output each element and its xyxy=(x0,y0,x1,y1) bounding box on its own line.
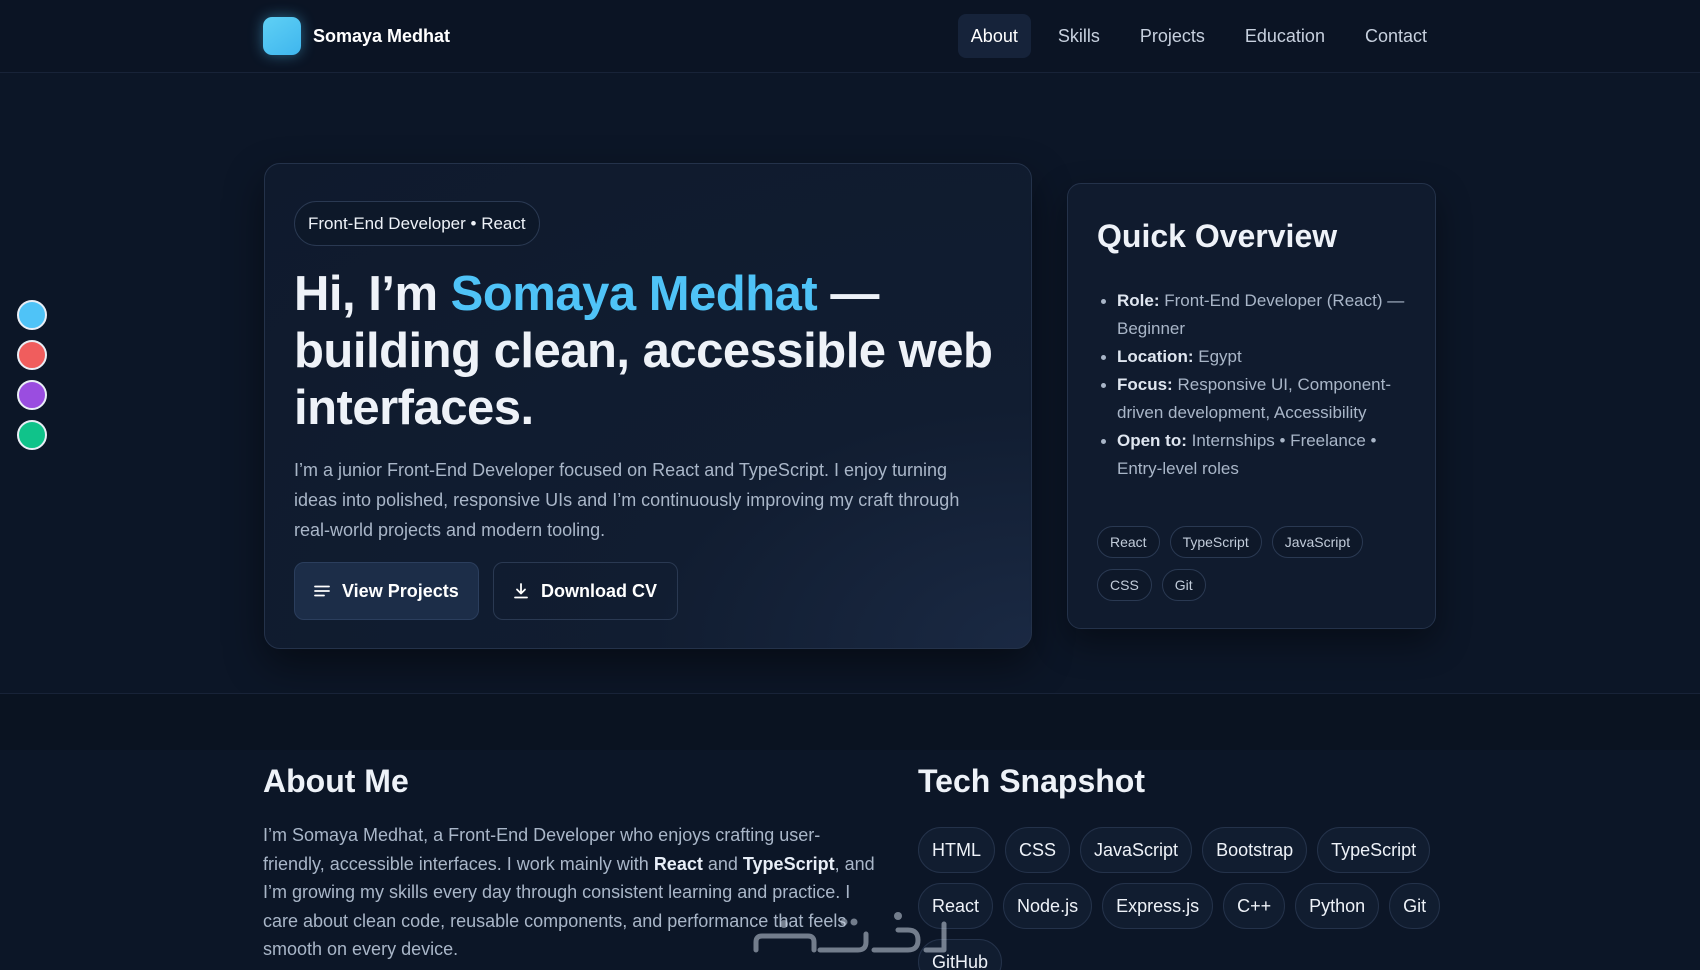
tech-pill-html: HTML xyxy=(918,827,995,873)
quick-overview-card: Quick Overview Role: Front-End Developer… xyxy=(1067,183,1436,629)
overview-tags: React TypeScript JavaScript CSS Git xyxy=(1097,526,1415,601)
download-cv-label: Download CV xyxy=(541,580,657,601)
overview-list: Role: Front-End Developer (React) — Begi… xyxy=(1097,287,1415,483)
overview-label: Open to: xyxy=(1117,431,1187,450)
hero-title-name: Somaya Medhat xyxy=(450,267,818,321)
hero-title: Hi, I’m Somaya Medhat — building clean, … xyxy=(294,266,994,437)
brand[interactable]: Somaya Medhat xyxy=(263,17,450,55)
overview-item-open-to: Open to: Internships • Freelance • Entry… xyxy=(1097,427,1415,483)
tech-pill-typescript: TypeScript xyxy=(1317,827,1431,873)
tech-pill-git: Git xyxy=(1389,883,1441,929)
brand-name: Somaya Medhat xyxy=(313,25,451,46)
tag-git: Git xyxy=(1161,569,1206,601)
overview-value: Front-End Developer (React) — Beginner xyxy=(1117,291,1405,338)
hero-description: I’m a junior Front-End Developer focused… xyxy=(294,460,960,540)
nav-item-about[interactable]: About xyxy=(957,14,1031,58)
tech-pill-cpp: C++ xyxy=(1223,883,1286,929)
theme-dot-red[interactable] xyxy=(17,340,47,370)
tech-pill-python: Python xyxy=(1295,883,1380,929)
theme-dot-purple[interactable] xyxy=(17,380,47,410)
watermark-logo-icon xyxy=(753,912,947,953)
nav-item-projects[interactable]: Projects xyxy=(1127,14,1218,58)
nav-item-contact[interactable]: Contact xyxy=(1352,14,1440,58)
nav-item-skills[interactable]: Skills xyxy=(1045,14,1113,58)
tech-pill-javascript: JavaScript xyxy=(1080,827,1193,873)
tech-pill-nodejs: Node.js xyxy=(1003,883,1093,929)
overview-item-location: Location: Egypt xyxy=(1097,343,1415,371)
tech-pill-css: CSS xyxy=(1005,827,1071,873)
section-divider xyxy=(0,693,1700,750)
tech-snapshot-title: Tech Snapshot xyxy=(918,763,1145,799)
main-nav: About Skills Projects Education Contact xyxy=(957,14,1440,58)
tech-pills: HTML CSS JavaScript Bootstrap TypeScript… xyxy=(918,827,1458,970)
overview-label: Focus: xyxy=(1117,375,1173,394)
hero-card: Front-End Developer • React Hi, I’m Soma… xyxy=(264,163,1032,649)
hero-actions: View Projects Download CV xyxy=(294,562,678,620)
about-text-part: and xyxy=(702,853,743,874)
list-icon xyxy=(314,585,330,597)
view-projects-button[interactable]: View Projects xyxy=(294,562,479,620)
theme-dot-blue[interactable] xyxy=(17,300,47,330)
top-navbar: Somaya Medhat About Skills Projects Educ… xyxy=(0,0,1700,73)
download-cv-button[interactable]: Download CV xyxy=(493,562,678,620)
tech-pill-bootstrap: Bootstrap xyxy=(1202,827,1308,873)
theme-dot-green[interactable] xyxy=(17,420,47,450)
view-projects-label: View Projects xyxy=(342,580,459,601)
brand-logo-icon xyxy=(263,17,301,55)
about-bold-typescript: TypeScript xyxy=(742,853,835,874)
overview-item-role: Role: Front-End Developer (React) — Begi… xyxy=(1097,287,1415,343)
hero-title-pre: Hi, I’m xyxy=(294,267,451,321)
overview-item-focus: Focus: Responsive UI, Component-driven d… xyxy=(1097,371,1415,427)
overview-title: Quick Overview xyxy=(1097,218,1338,254)
download-icon xyxy=(514,583,528,599)
overview-label: Location: xyxy=(1117,347,1194,366)
nav-item-education[interactable]: Education xyxy=(1232,14,1338,58)
tag-javascript: JavaScript xyxy=(1271,526,1364,558)
tag-css: CSS xyxy=(1097,569,1152,601)
about-bold-react: React xyxy=(653,853,703,874)
role-badge: Front-End Developer • React xyxy=(294,201,540,246)
overview-label: Role: xyxy=(1117,291,1160,310)
tag-react: React xyxy=(1097,526,1160,558)
about-title: About Me xyxy=(263,763,409,799)
tech-pill-expressjs: Express.js xyxy=(1102,883,1214,929)
tag-typescript: TypeScript xyxy=(1169,526,1262,558)
overview-value: Egypt xyxy=(1198,347,1242,366)
theme-switcher xyxy=(17,300,47,450)
